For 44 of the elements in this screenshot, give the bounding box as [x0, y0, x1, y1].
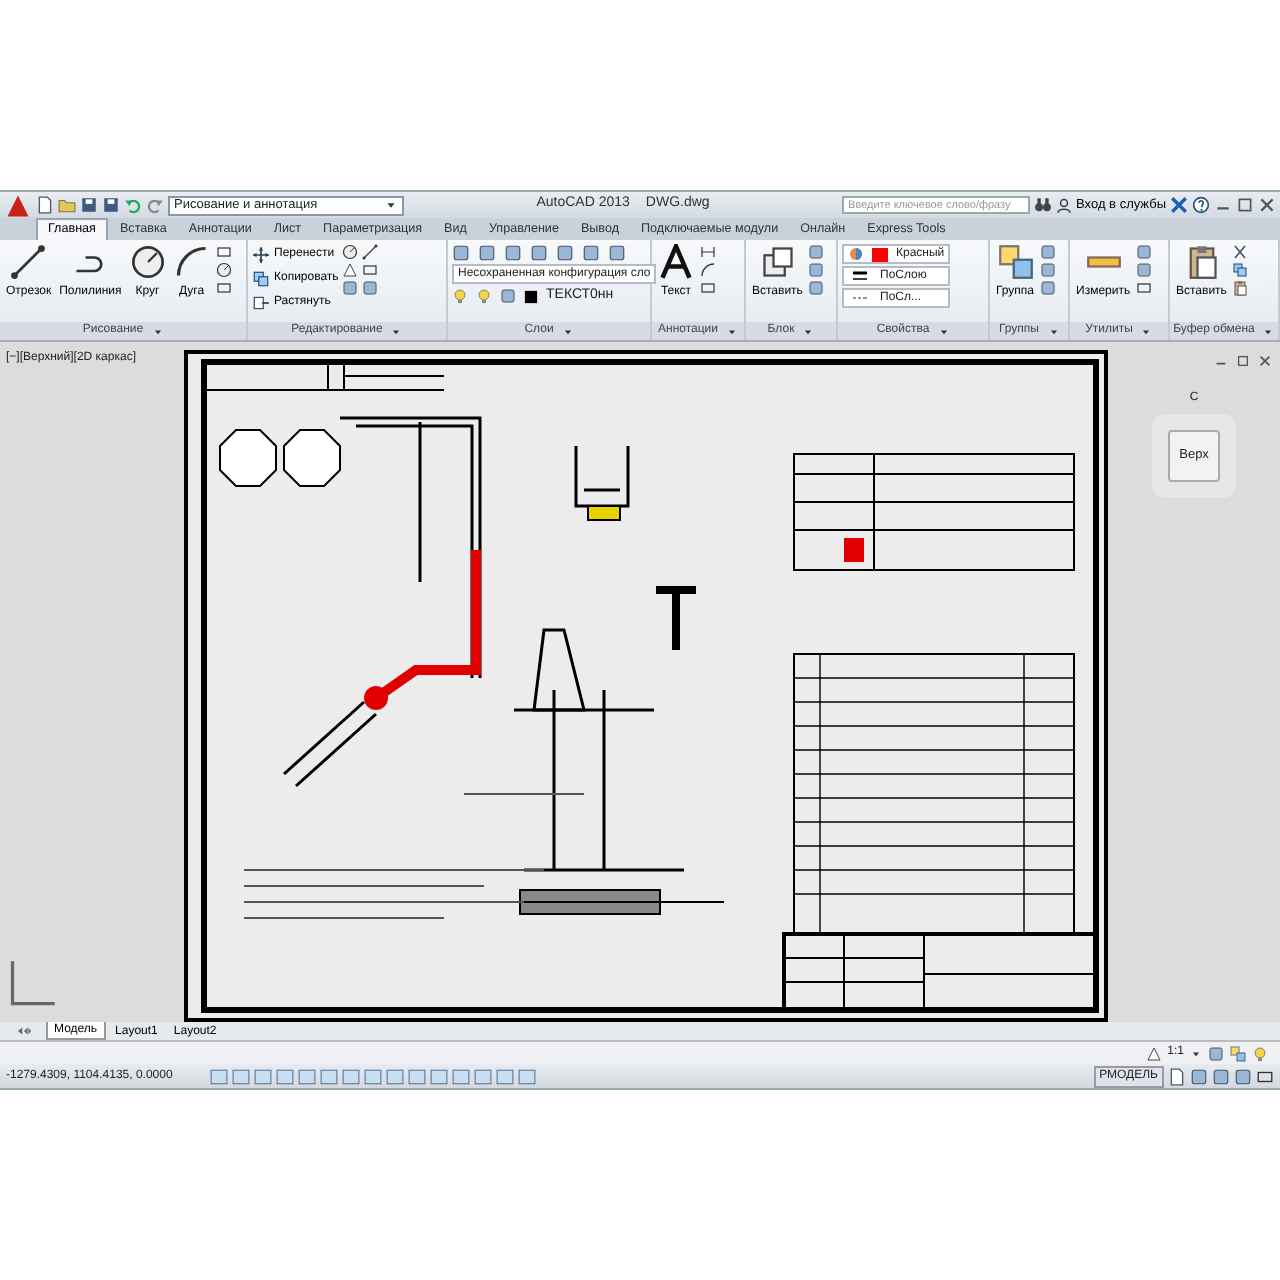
caret-icon	[384, 197, 398, 211]
save-as-icon[interactable]	[102, 196, 120, 214]
clipboard-tool-icon[interactable]	[1232, 280, 1249, 296]
close-icon[interactable]	[1258, 196, 1276, 214]
caret-icon[interactable]	[1190, 1047, 1202, 1059]
stretch-icon	[252, 294, 270, 312]
line-tool-icon	[10, 244, 47, 280]
close-icon[interactable]	[1258, 354, 1272, 368]
text-icon	[658, 244, 694, 280]
save-icon[interactable]	[80, 196, 98, 214]
caret-icon[interactable]	[1140, 325, 1153, 337]
caret-icon[interactable]	[390, 325, 403, 337]
arc-icon	[173, 244, 210, 280]
shape-tool-icon[interactable]	[215, 262, 232, 278]
light-bulb-icon	[452, 288, 468, 305]
move-icon	[252, 246, 270, 264]
circle-icon	[129, 244, 166, 280]
caret-icon[interactable]	[937, 325, 950, 337]
lineweight-icon	[848, 268, 872, 284]
help-icon[interactable]	[1192, 196, 1210, 214]
modify-tool-icon[interactable]	[362, 244, 379, 260]
layer-color-icon	[524, 289, 538, 304]
ucs-axes-icon	[6, 958, 58, 1010]
modify-tool-icon[interactable]	[342, 244, 359, 260]
restore-icon[interactable]	[1236, 354, 1250, 368]
open-folder-icon[interactable]	[58, 196, 76, 214]
insert-block-icon	[759, 244, 796, 280]
clipboard-tool-icon[interactable]	[1232, 244, 1249, 260]
light-bulb-icon[interactable]	[1252, 1045, 1268, 1061]
color-wheel-icon	[848, 246, 864, 262]
caret-icon[interactable]	[726, 325, 738, 337]
caret-icon[interactable]	[151, 325, 164, 337]
user-icon[interactable]	[1056, 197, 1073, 213]
new-file-icon[interactable]	[36, 196, 54, 214]
maximize-icon[interactable]	[1236, 196, 1254, 214]
caret-icon[interactable]	[561, 325, 574, 337]
caret-icon[interactable]	[802, 325, 815, 337]
caret-icon[interactable]	[1262, 325, 1275, 337]
group-icon	[997, 244, 1034, 280]
copy-icon	[252, 270, 270, 288]
caret-icon[interactable]	[1047, 325, 1059, 337]
redo-icon[interactable]	[146, 196, 164, 214]
clipboard-tool-icon[interactable]	[1232, 262, 1249, 278]
binoculars-icon[interactable]	[1034, 196, 1053, 214]
